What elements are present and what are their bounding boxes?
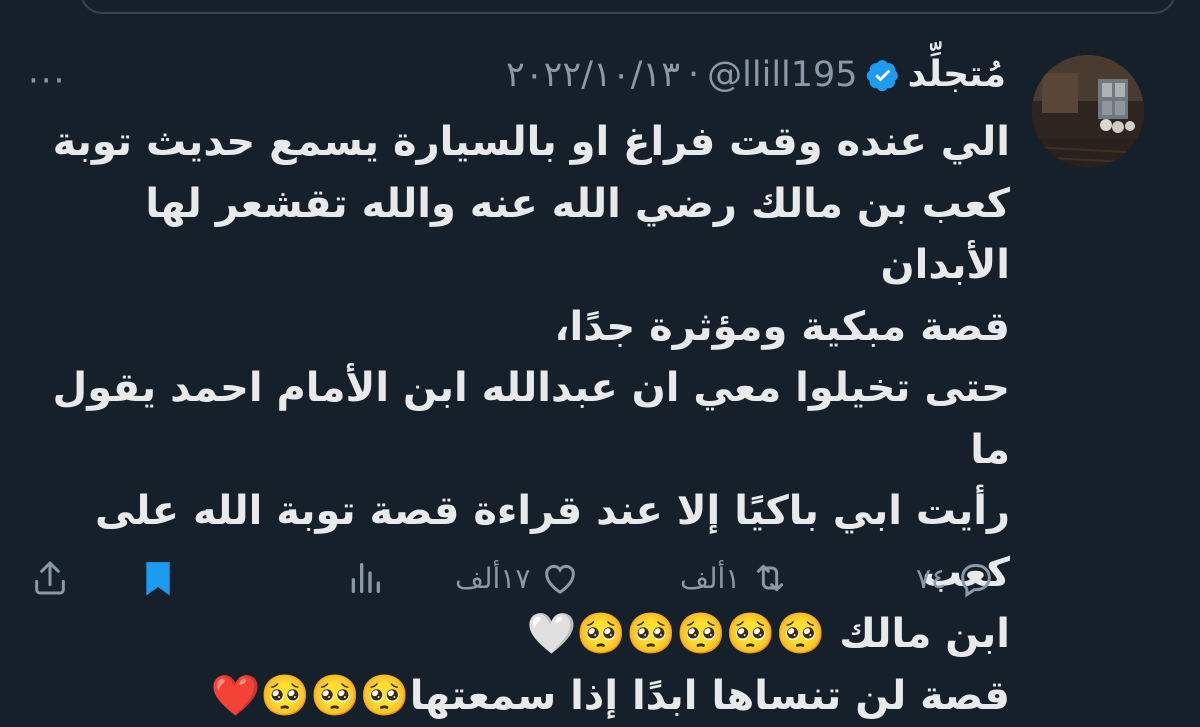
reply-button[interactable]: ٧٤ bbox=[916, 558, 996, 598]
separator-dot: · bbox=[688, 54, 700, 95]
like-button[interactable]: ١٧ألف bbox=[455, 558, 580, 598]
tweet[interactable]: مُتجلِّد @llill195 · ٢٠٢٢/١٠/١٣ ··· الي … bbox=[0, 40, 1200, 719]
like-count: ١٧ألف bbox=[455, 561, 531, 595]
tweet-text: الي عنده وقت فراغ او بالسيارة يسمع حديث … bbox=[52, 119, 1010, 719]
reply-count: ٧٤ bbox=[916, 561, 947, 595]
views-button[interactable] bbox=[345, 558, 385, 598]
tweet-header: مُتجلِّد @llill195 · ٢٠٢٢/١٠/١٣ bbox=[506, 54, 1006, 95]
user-handle[interactable]: @llill195 bbox=[707, 55, 857, 95]
retweet-count: ١ألف bbox=[680, 561, 741, 595]
avatar[interactable] bbox=[1032, 55, 1144, 167]
bookmark-icon bbox=[146, 562, 170, 596]
bookmark-button[interactable] bbox=[138, 558, 178, 598]
reply-icon bbox=[961, 564, 991, 598]
action-bar: ٧٤ ١ألف ١٧ألف bbox=[0, 548, 1200, 618]
display-name[interactable]: مُتجلِّد bbox=[908, 54, 1006, 95]
views-icon bbox=[351, 563, 380, 593]
verified-badge-icon bbox=[866, 58, 900, 92]
retweet-icon bbox=[757, 564, 784, 592]
share-button[interactable] bbox=[30, 558, 70, 598]
more-icon[interactable]: ··· bbox=[28, 64, 66, 98]
like-icon bbox=[545, 564, 576, 594]
tweet-date[interactable]: ٢٠٢٢/١٠/١٣ bbox=[506, 55, 680, 95]
previous-card-edge bbox=[80, 0, 1176, 14]
share-icon bbox=[35, 561, 65, 595]
retweet-button[interactable]: ١ألف bbox=[680, 558, 790, 598]
